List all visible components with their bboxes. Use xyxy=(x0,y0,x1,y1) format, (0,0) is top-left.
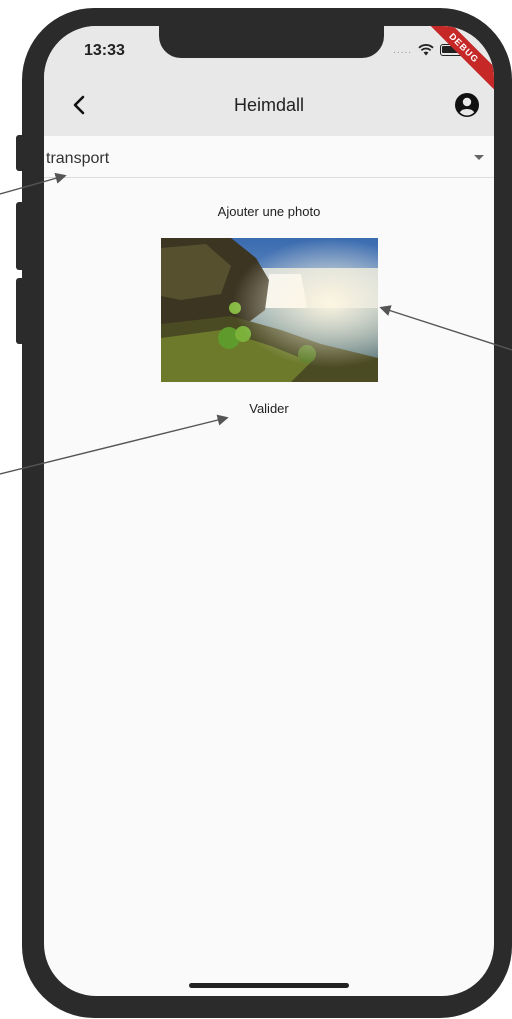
app-bar-content: Heimdall xyxy=(44,82,494,128)
volume-up-button xyxy=(16,202,24,270)
screenshot-canvas: 13:33 ..... DEBUG Heimdall transport Ajo… xyxy=(0,0,512,1019)
phone-screen: 13:33 ..... DEBUG Heimdall transport Ajo… xyxy=(44,26,494,996)
back-button[interactable] xyxy=(64,90,94,120)
signal-icon: ..... xyxy=(393,44,412,56)
notch xyxy=(159,26,384,58)
waterfall-photo xyxy=(161,238,378,382)
status-time: 13:33 xyxy=(84,42,125,59)
chevron-left-icon xyxy=(73,95,85,115)
page-title: Heimdall xyxy=(233,94,305,115)
account-button[interactable] xyxy=(452,90,482,120)
photo-preview xyxy=(161,238,378,382)
volume-down-button xyxy=(16,278,24,344)
category-dropdown[interactable]: transport xyxy=(44,136,494,178)
home-indicator xyxy=(189,983,349,988)
dropdown-arrow-icon xyxy=(474,155,484,160)
category-selected-value: transport xyxy=(46,150,110,167)
silent-switch xyxy=(16,135,24,171)
validate-button[interactable]: Valider xyxy=(44,401,494,416)
app-bar: 13:33 ..... DEBUG Heimdall xyxy=(44,26,494,136)
add-photo-button[interactable]: Ajouter une photo xyxy=(44,204,494,219)
account-circle-icon xyxy=(455,93,479,117)
wifi-icon xyxy=(418,44,434,56)
